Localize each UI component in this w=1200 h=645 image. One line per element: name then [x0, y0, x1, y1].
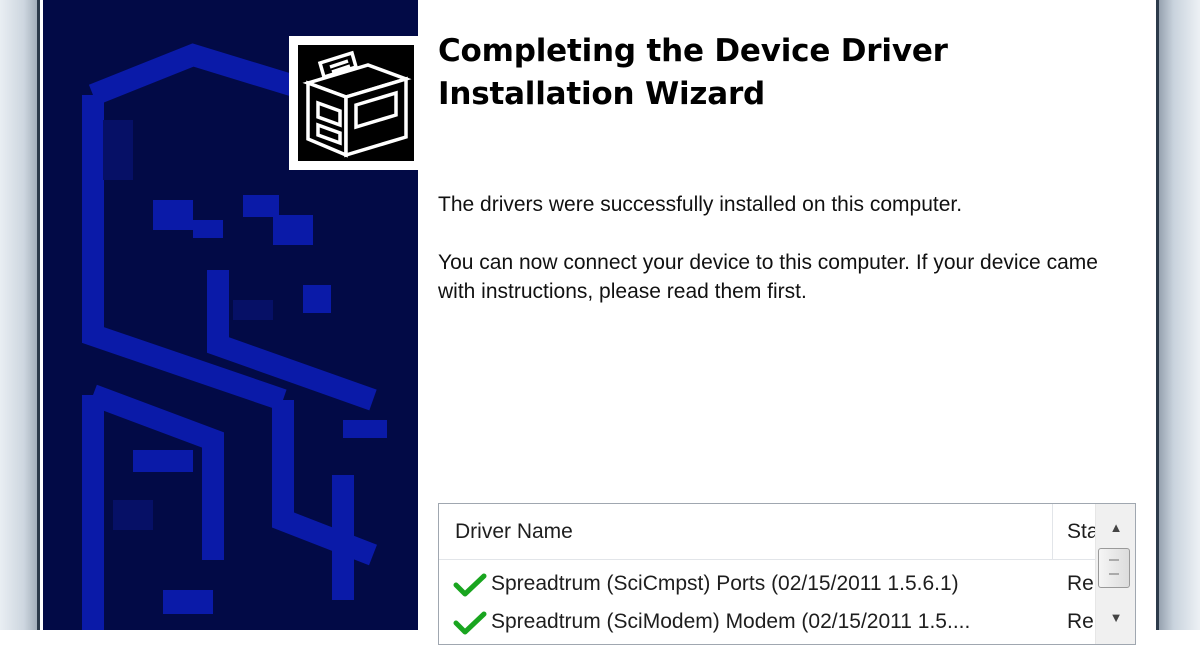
driver-name-cell: Spreadtrum (SciModem) Modem (02/15/2011 …	[491, 610, 971, 633]
wizard-title: Completing the Device Driver Installatio…	[438, 30, 1078, 116]
driver-status-cell: Re	[1067, 572, 1094, 595]
wizard-content-pane: Completing the Device Driver Installatio…	[418, 0, 1156, 645]
wizard-side-banner	[43, 0, 418, 630]
wizard-title-line-1: Completing the Device Driver	[438, 33, 948, 69]
driver-list-header: Driver Name Sta	[439, 504, 1095, 560]
column-header-driver-name[interactable]: Driver Name	[439, 504, 1053, 559]
connect-instructions-message: You can now connect your device to this …	[438, 251, 1098, 303]
driver-list-row[interactable]: Spreadtrum (SciModem) Modem (02/15/2011 …	[439, 603, 1095, 641]
window-frame-right	[1156, 0, 1200, 630]
driver-status-cell: Re	[1067, 610, 1094, 633]
green-check-icon	[453, 611, 487, 635]
driver-list-row[interactable]: Spreadtrum (SciCmpst) Ports (02/15/2011 …	[439, 565, 1095, 603]
vertical-scrollbar[interactable]: ▲ ▼	[1095, 504, 1135, 644]
window-frame-left	[0, 0, 40, 630]
success-message: The drivers were successfully installed …	[438, 193, 963, 216]
driver-list-view[interactable]: Driver Name Sta Spreadtrum (SciCmpst) Po…	[438, 503, 1136, 645]
scrollbar-thumb[interactable]	[1098, 548, 1130, 588]
scroll-up-arrow-icon[interactable]: ▲	[1106, 518, 1126, 538]
device-driver-wizard-icon	[289, 36, 418, 170]
computer-case-icon	[302, 50, 412, 158]
scroll-down-arrow-icon[interactable]: ▼	[1106, 608, 1126, 628]
driver-name-cell: Spreadtrum (SciCmpst) Ports (02/15/2011 …	[491, 572, 959, 595]
column-header-status[interactable]: Sta	[1053, 504, 1095, 559]
wizard-title-line-2: Installation Wizard	[438, 76, 766, 112]
green-check-icon	[453, 573, 487, 597]
